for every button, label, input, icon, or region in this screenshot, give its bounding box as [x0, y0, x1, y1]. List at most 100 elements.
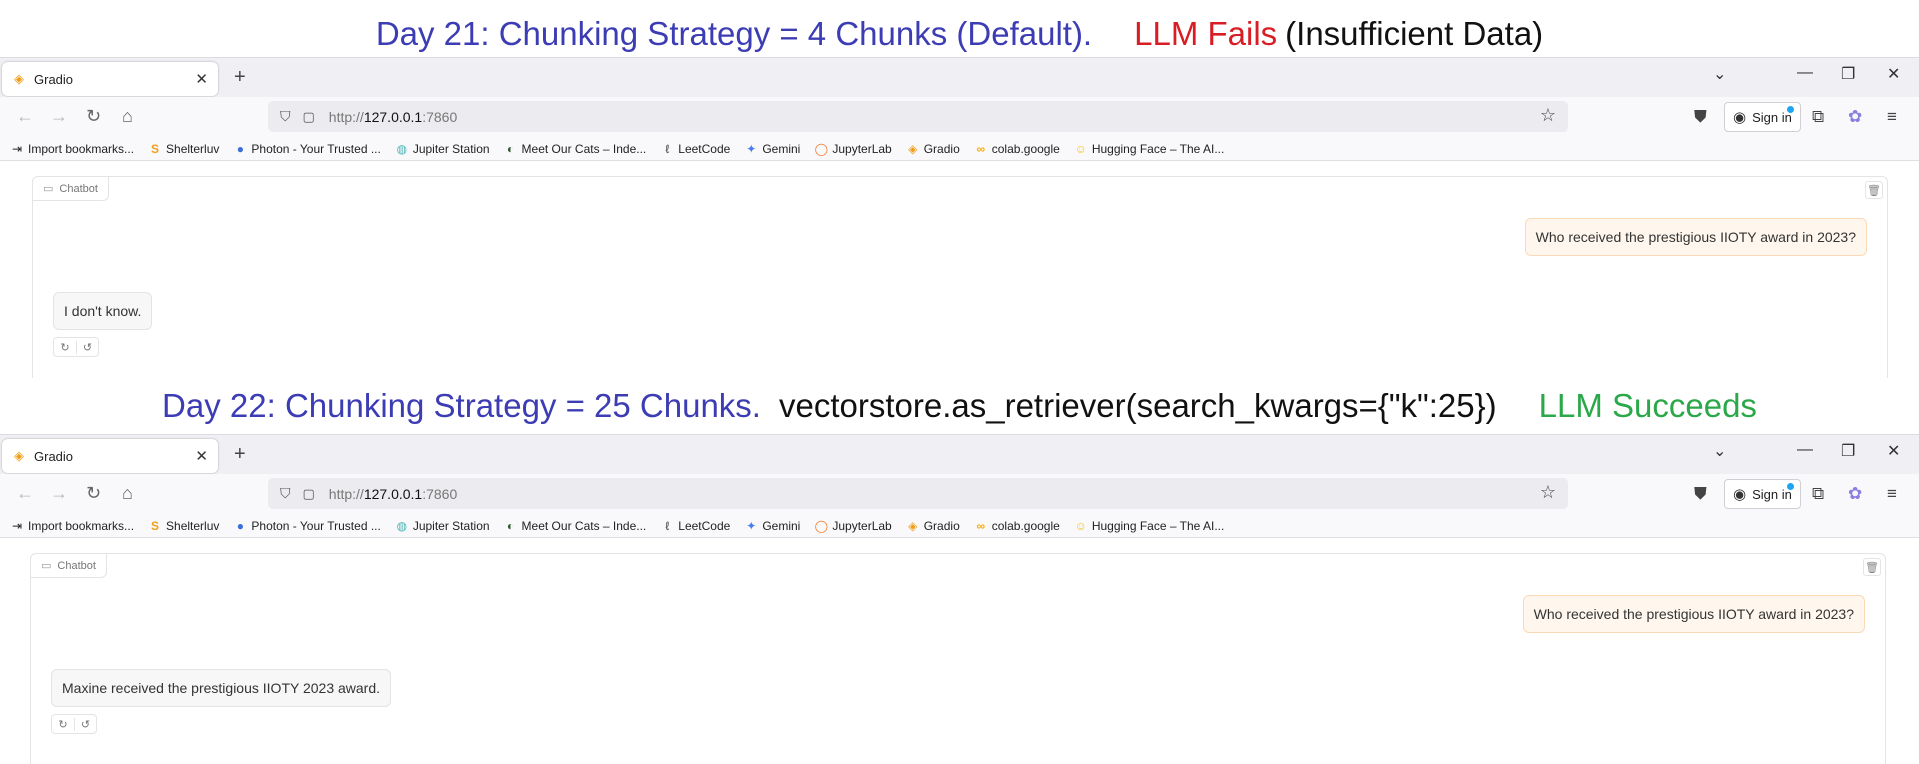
extension-icon[interactable]: ✿ — [1848, 107, 1862, 127]
address-bar[interactable]: ⛉ ▢ http://127.0.0.1:7860 ☆ — [268, 478, 1568, 509]
jupiter-icon: ◍ — [396, 141, 408, 156]
chatbot-label: ▭ Chatbot — [33, 177, 109, 201]
chatbot-label-text: Chatbot — [59, 182, 98, 195]
bookmarks-bar: ⇥ Import bookmarks... S Shelterluv ● Photon… — [0, 137, 1919, 161]
restore-icon[interactable]: ❐ — [1841, 441, 1855, 461]
bookmark-meet-our-cats[interactable]: ◐ Meet Our Cats – Inde... — [504, 519, 646, 533]
bookmark-photon[interactable]: ● Photon - Your Trusted ... — [233, 141, 381, 156]
url-port: :7860 — [422, 108, 458, 125]
jupiter-icon: ◍ — [396, 518, 408, 533]
bookmark-label: Gradio — [923, 518, 960, 533]
chevron-down-icon[interactable]: ⌄ — [1713, 441, 1726, 461]
new-tab-icon[interactable]: + — [234, 66, 246, 89]
bookmark-label: Hugging Face – The AI... — [1091, 518, 1225, 533]
bookmark-star-icon[interactable]: ☆ — [1540, 482, 1556, 503]
user-message: Who received the prestigious IIOTY award… — [1524, 218, 1867, 256]
home-icon[interactable]: ⌂ — [122, 483, 133, 504]
bookmark-gemini[interactable]: ✦ Gemini — [744, 142, 800, 156]
close-window-icon[interactable]: ✕ — [1887, 64, 1900, 84]
trash-icon[interactable]: 🗑 — [1865, 181, 1883, 199]
bookmark-jupiter-station[interactable]: ◍ Jupiter Station — [395, 142, 490, 156]
account-icon: ◉ — [1733, 486, 1747, 503]
gradio-icon: ◈ — [14, 71, 24, 86]
url-prefix: http:// — [328, 108, 364, 125]
minimize-icon[interactable]: — — [1797, 64, 1813, 82]
menu-icon[interactable]: ≡ — [1887, 484, 1897, 504]
bookmark-leetcode[interactable]: ℓ LeetCode — [660, 519, 730, 533]
navigation-bar: ← → ↻ ⌂ ⛉ ▢ http://127.0.0.1:7860 ☆ ⛊ ◉ … — [0, 97, 1919, 137]
sign-in-button[interactable]: ◉ Sign in — [1724, 479, 1801, 509]
home-icon[interactable]: ⌂ — [122, 106, 133, 127]
caption-llm-succeeds: LLM Succeeds — [1538, 387, 1757, 424]
bookmark-import[interactable]: ⇥ Import bookmarks... — [10, 519, 134, 533]
bookmark-hugging-face[interactable]: ☺ Hugging Face – The AI... — [1074, 142, 1225, 156]
huggingface-icon: ☺ — [1074, 518, 1087, 533]
bookmark-label: LeetCode — [678, 518, 731, 533]
shield-icon: ⛉ — [280, 485, 291, 501]
huggingface-icon: ☺ — [1074, 141, 1087, 156]
undo-icon[interactable]: ↺ — [76, 340, 98, 354]
page-content: ▭ Chatbot 🗑 Who received the prestigious… — [0, 538, 1919, 764]
undo-icon[interactable]: ↺ — [74, 717, 96, 731]
chevron-down-icon[interactable]: ⌄ — [1713, 64, 1726, 84]
retry-icon[interactable]: ↻ — [52, 718, 74, 731]
bookmark-photon[interactable]: ● Photon - Your Trusted ... — [233, 519, 381, 533]
account-icon: ◉ — [1733, 109, 1747, 126]
forward-icon[interactable]: → — [50, 106, 68, 127]
new-tab-icon[interactable]: + — [234, 443, 246, 466]
bookmark-leetcode[interactable]: ℓ LeetCode — [660, 142, 730, 156]
bookmark-gradio[interactable]: ◈ Gradio — [906, 142, 960, 156]
bookmark-hugging-face[interactable]: ☺ Hugging Face – The AI... — [1074, 519, 1225, 533]
chatbot-label: ▭ Chatbot — [31, 554, 107, 578]
bookmark-shelterluv[interactable]: S Shelterluv — [148, 142, 219, 156]
close-icon[interactable]: ✕ — [195, 70, 208, 88]
bookmark-gemini[interactable]: ✦ Gemini — [744, 519, 800, 533]
bookmark-gradio[interactable]: ◈ Gradio — [906, 519, 960, 533]
bookmark-shelterluv[interactable]: S Shelterluv — [148, 519, 219, 533]
back-icon[interactable]: ← — [16, 483, 34, 504]
reload-icon[interactable]: ↻ — [86, 106, 101, 127]
bookmark-import[interactable]: ⇥ Import bookmarks... — [10, 142, 134, 156]
bookmarks-bar: ⇥ Import bookmarks... S Shelterluv ● Photon… — [0, 514, 1919, 538]
address-bar[interactable]: ⛉ ▢ http://127.0.0.1:7860 ☆ — [268, 101, 1568, 132]
pocket-icon[interactable]: ⛊ — [1694, 484, 1707, 504]
caption-llm-fails: LLM Fails — [1134, 15, 1278, 52]
bookmark-meet-our-cats[interactable]: ◐ Meet Our Cats – Inde... — [504, 142, 646, 156]
tab-gradio[interactable]: ◈ Gradio ✕ — [2, 62, 218, 96]
caption-insufficient-data: (Insufficient Data) — [1285, 15, 1544, 52]
jupyterlab-icon: ◯ — [814, 518, 829, 533]
gradio-icon: ◈ — [908, 518, 918, 533]
gradio-icon: ◈ — [908, 141, 918, 156]
chat-icon: ▭ — [43, 183, 54, 195]
bookmark-jupiter-station[interactable]: ◍ Jupiter Station — [395, 519, 490, 533]
bookmark-jupyterlab[interactable]: ◯ JupyterLab — [814, 518, 892, 533]
retry-icon[interactable]: ↻ — [54, 341, 76, 354]
leetcode-icon: ℓ — [665, 518, 670, 533]
bookmark-star-icon[interactable]: ☆ — [1540, 105, 1556, 126]
extensions-icon[interactable]: ⧉ — [1812, 107, 1824, 127]
bookmark-colab[interactable]: ∞ colab.google — [974, 518, 1060, 533]
chatbot-panel: ▭ Chatbot 🗑 Who received the prestigious… — [32, 176, 1888, 378]
bookmark-label: Import bookmarks... — [28, 518, 135, 533]
tab-gradio[interactable]: ◈ Gradio ✕ — [2, 439, 218, 473]
minimize-icon[interactable]: — — [1797, 441, 1813, 459]
extension-icon[interactable]: ✿ — [1848, 484, 1862, 504]
tab-strip: ◈ Gradio ✕ + ⌄ — ❐ ✕ — [0, 57, 1919, 97]
close-icon[interactable]: ✕ — [195, 447, 208, 465]
bookmark-jupyterlab[interactable]: ◯ JupyterLab — [814, 142, 892, 156]
sign-in-button[interactable]: ◉ Sign in — [1724, 102, 1801, 132]
restore-icon[interactable]: ❐ — [1841, 64, 1855, 84]
back-icon[interactable]: ← — [16, 106, 34, 127]
notification-dot — [1786, 106, 1794, 113]
pocket-icon[interactable]: ⛊ — [1694, 107, 1707, 127]
menu-icon[interactable]: ≡ — [1887, 107, 1897, 127]
close-window-icon[interactable]: ✕ — [1887, 441, 1900, 461]
bookmark-label: colab.google — [991, 518, 1060, 533]
extensions-icon[interactable]: ⧉ — [1812, 484, 1824, 504]
bookmark-label: Photon - Your Trusted ... — [251, 141, 381, 156]
forward-icon[interactable]: → — [50, 483, 68, 504]
bookmark-colab[interactable]: ∞ colab.google — [974, 142, 1059, 156]
trash-icon[interactable]: 🗑 — [1863, 558, 1881, 576]
shield-icon: ⛉ — [280, 108, 291, 124]
reload-icon[interactable]: ↻ — [86, 483, 101, 504]
